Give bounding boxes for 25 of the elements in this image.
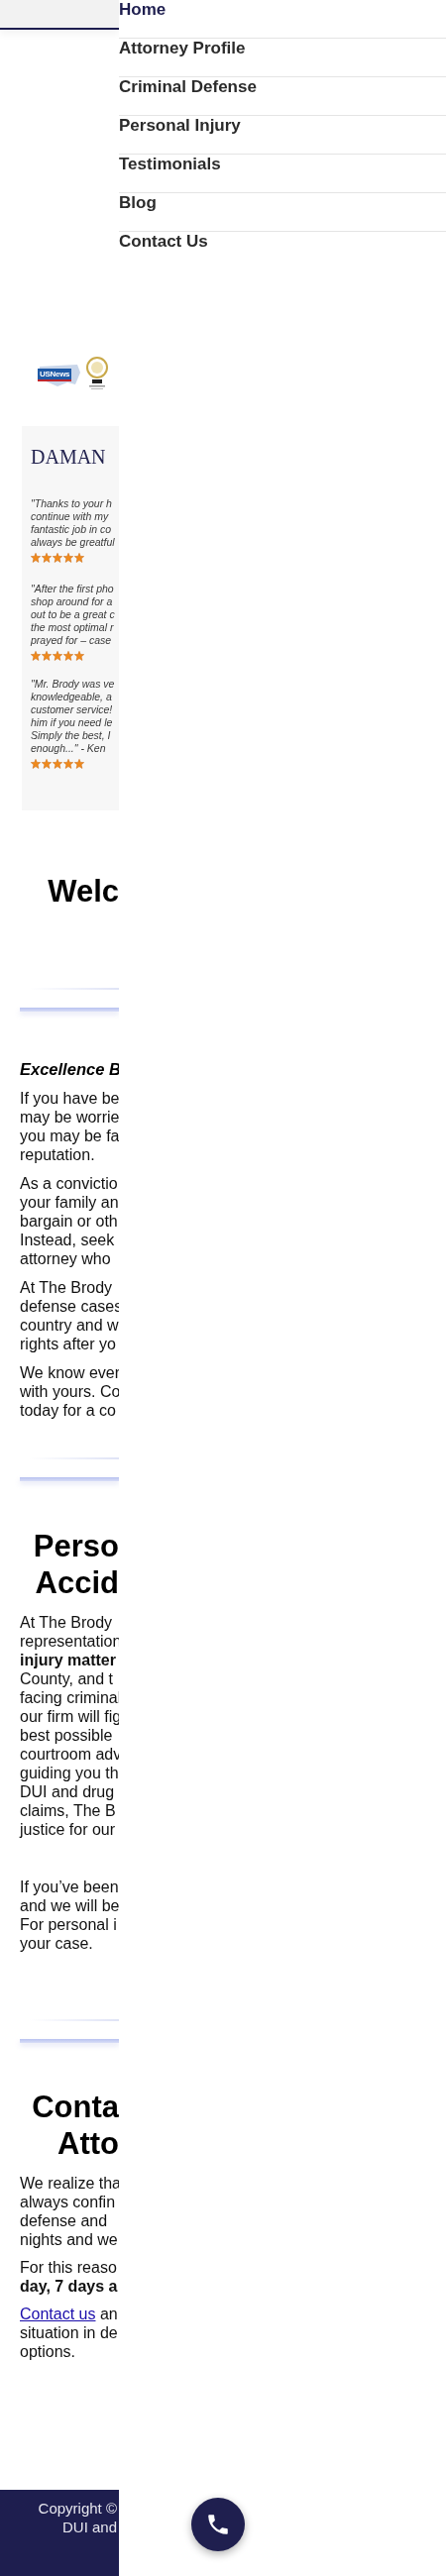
menu-item[interactable]: Home bbox=[119, 0, 446, 39]
phone-icon bbox=[205, 2512, 231, 2537]
section-heading: Conta Atto bbox=[31, 2089, 119, 2162]
copyright-text: Copyright © bbox=[37, 2499, 118, 2518]
paragraph: If you have be may be worrie you may be fa reputation. bbox=[20, 1089, 119, 1164]
laurel-medal-icon bbox=[85, 357, 109, 392]
testimonial-quote: "Mr. Brody was ve knowledgeable, a customer service! him if you need le Simply the best, I enough..." - Ken bbox=[31, 678, 116, 755]
section-heading: Welc bbox=[47, 873, 119, 910]
section-heading: Perso Accid bbox=[32, 1528, 119, 1601]
testimonial-quote: "Thanks to your h continue with my fantastic job in co always be greatful bbox=[31, 497, 116, 549]
menu-item[interactable]: Personal Injury bbox=[119, 116, 446, 155]
copyright-text: DUI and bbox=[60, 2518, 118, 2536]
paragraph: For this reaso day, 7 days a bbox=[20, 2258, 119, 2296]
menu-item[interactable]: Blog bbox=[119, 193, 446, 232]
contact-link[interactable]: Contact us bbox=[20, 2306, 96, 2322]
menu-item[interactable]: Contact Us bbox=[119, 232, 446, 269]
menu-item[interactable]: Criminal Defense bbox=[119, 77, 446, 116]
paragraph: We know ever with yours. Co today for a co bbox=[20, 1363, 119, 1420]
paragraph: As a convictio your family an bargain or oth Instead, seek attorney who bbox=[20, 1174, 119, 1268]
menu-item[interactable]: Attorney Profile bbox=[119, 39, 446, 77]
firm-name: DAMAN bbox=[31, 445, 107, 470]
menu-item[interactable]: Testimonials bbox=[119, 155, 446, 193]
paragraph: Contact us an situation in de options. bbox=[20, 2305, 119, 2361]
paragraph: If you’ve been and we will be For personal i your case. bbox=[20, 1878, 119, 1953]
testimonial-quote: "After the first pho shop around for a out to be a great c the most optimal r prayed for – case bbox=[31, 583, 116, 647]
